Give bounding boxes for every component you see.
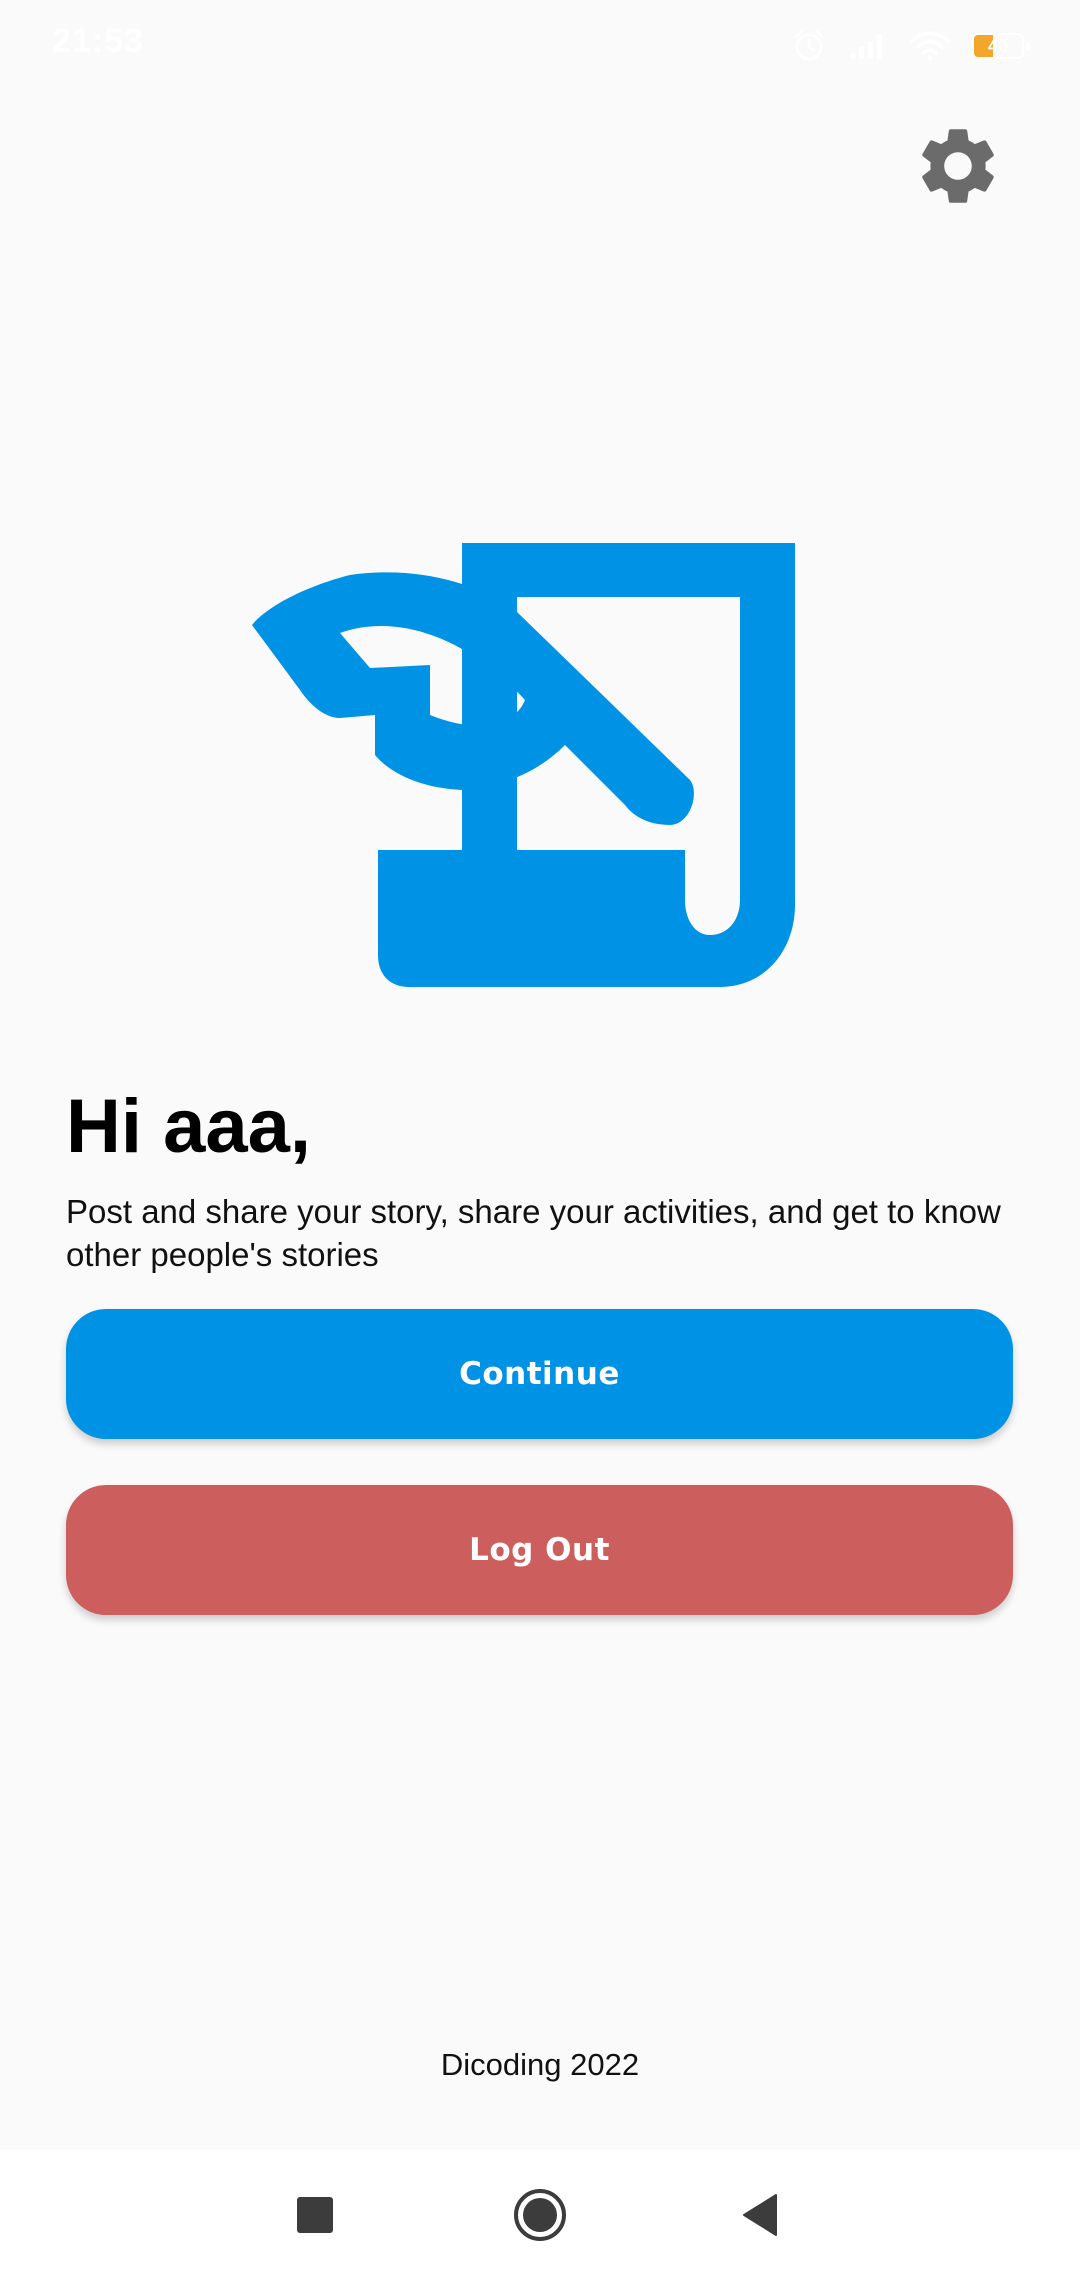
battery-level: 40 (987, 36, 1009, 56)
recents-button[interactable] (275, 2180, 355, 2250)
navigation-bar (0, 2150, 1080, 2280)
continue-button[interactable]: Continue (66, 1309, 1013, 1439)
status-icons: 40 (792, 26, 1030, 66)
alarm-icon (792, 29, 826, 63)
home-button[interactable] (500, 2180, 580, 2250)
settings-button[interactable] (908, 116, 1008, 216)
status-bar: 21:53 40 (0, 0, 1080, 90)
signal-icon (848, 31, 888, 61)
logout-button[interactable]: Log Out (66, 1485, 1013, 1615)
battery-icon: 40 (972, 33, 1030, 59)
status-time: 21:53 (52, 22, 144, 60)
back-button[interactable] (720, 2180, 800, 2250)
greeting-heading: Hi aaa, (66, 1084, 312, 1169)
app-logo (252, 543, 795, 987)
battery-tip (1026, 41, 1030, 51)
home-circle-icon (514, 2189, 566, 2241)
recents-square-icon (297, 2197, 333, 2233)
footer-copyright: Dicoding 2022 (440, 2047, 640, 2082)
back-triangle-icon (743, 2194, 777, 2236)
gear-icon (922, 129, 994, 203)
app-description: Post and share your story, share your ac… (66, 1193, 1001, 1273)
wifi-icon (910, 31, 950, 61)
